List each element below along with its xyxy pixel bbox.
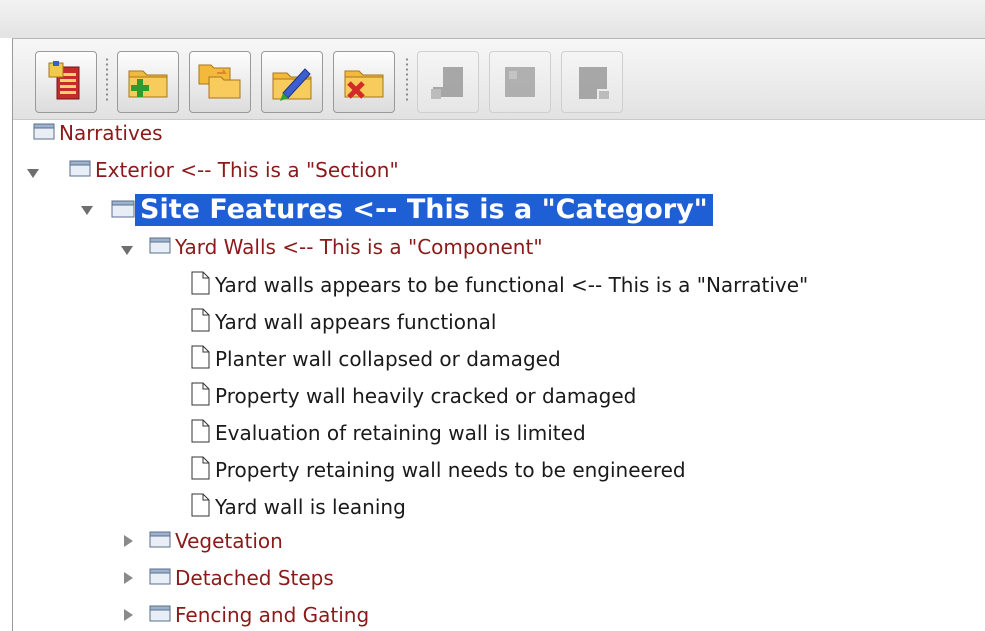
- delete-folder-button[interactable]: [333, 51, 395, 113]
- tree-node-section[interactable]: Exterior <-- This is a "Section": [69, 154, 403, 186]
- folder-icon: [111, 197, 135, 224]
- folder-icon: [149, 566, 171, 591]
- tree-node-narrative[interactable]: Planter wall collapsed or damaged: [189, 343, 565, 375]
- duplicate-folder-button[interactable]: [189, 51, 251, 113]
- tree-node-narrative[interactable]: Property wall heavily cracked or damaged: [189, 380, 640, 412]
- tree-node-label: Vegetation: [175, 529, 283, 553]
- tree-node-label: Yard wall appears functional: [215, 310, 497, 334]
- tree-node-label: Yard walls appears to be functional <-- …: [215, 273, 809, 297]
- narratives-button[interactable]: [35, 51, 97, 113]
- document-icon: [189, 345, 211, 374]
- disabled-button-1[interactable]: [417, 51, 479, 113]
- tree-node-label: Fencing and Gating: [175, 603, 370, 627]
- tree-node-label: Evaluation of retaining wall is limited: [215, 421, 586, 445]
- window-title-bar: [0, 0, 985, 38]
- toolbar-grip[interactable]: [105, 57, 109, 103]
- tree-node-narrative[interactable]: Yard wall appears functional: [189, 306, 500, 338]
- tree-node-root[interactable]: Narratives: [33, 117, 167, 149]
- disabled-button-3[interactable]: [561, 51, 623, 113]
- tree-node-label: Planter wall collapsed or damaged: [215, 347, 561, 371]
- document-icon: [189, 271, 211, 300]
- add-folder-button[interactable]: [117, 51, 179, 113]
- expand-arrow[interactable]: [124, 609, 133, 621]
- document-icon: [189, 456, 211, 485]
- edit-folder-button[interactable]: [261, 51, 323, 113]
- document-icon: [189, 493, 211, 522]
- narratives-panel: Narratives Exterior <-- This is a "Secti…: [12, 38, 985, 631]
- tree-node-category[interactable]: Site Features <-- This is a "Category": [111, 193, 713, 227]
- folder-icon: [149, 235, 171, 260]
- tree-node-label: Yard wall is leaning: [215, 495, 406, 519]
- folder-icon: [149, 529, 171, 554]
- folder-icon: [69, 158, 91, 183]
- expand-arrow[interactable]: [27, 169, 39, 178]
- expand-arrow[interactable]: [81, 206, 93, 215]
- tree-node-label: Property wall heavily cracked or damaged: [215, 384, 637, 408]
- tree-node-component[interactable]: Vegetation: [149, 525, 287, 557]
- tree-node-component[interactable]: Fencing and Gating: [149, 599, 373, 631]
- narrative-tree: Narratives Exterior <-- This is a "Secti…: [13, 119, 985, 631]
- tree-node-label: Site Features <-- This is a "Category": [135, 194, 713, 226]
- expand-arrow[interactable]: [124, 535, 133, 547]
- tree-node-label: Property retaining wall needs to be engi…: [215, 458, 686, 482]
- expand-arrow[interactable]: [124, 572, 133, 584]
- toolbar: [13, 39, 985, 120]
- tree-node-narrative[interactable]: Yard wall is leaning: [189, 491, 410, 523]
- tree-node-component[interactable]: Yard Walls <-- This is a "Component": [149, 231, 547, 263]
- tree-node-label: Exterior <-- This is a "Section": [95, 158, 399, 182]
- disabled-button-2[interactable]: [489, 51, 551, 113]
- tree-node-label: Yard Walls <-- This is a "Component": [175, 235, 543, 259]
- expand-arrow[interactable]: [121, 246, 133, 255]
- document-icon: [189, 382, 211, 411]
- tree-node-narrative[interactable]: Evaluation of retaining wall is limited: [189, 417, 590, 449]
- tree-node-narrative[interactable]: Property retaining wall needs to be engi…: [189, 454, 690, 486]
- tree-node-component[interactable]: Detached Steps: [149, 562, 338, 594]
- tree-node-narrative[interactable]: Yard walls appears to be functional <-- …: [189, 269, 812, 301]
- folder-icon: [149, 603, 171, 628]
- toolbar-grip[interactable]: [405, 57, 409, 103]
- document-icon: [189, 308, 211, 337]
- document-icon: [189, 419, 211, 448]
- folder-icon: [33, 121, 55, 146]
- tree-node-label: Narratives: [59, 121, 163, 145]
- tree-node-label: Detached Steps: [175, 566, 334, 590]
